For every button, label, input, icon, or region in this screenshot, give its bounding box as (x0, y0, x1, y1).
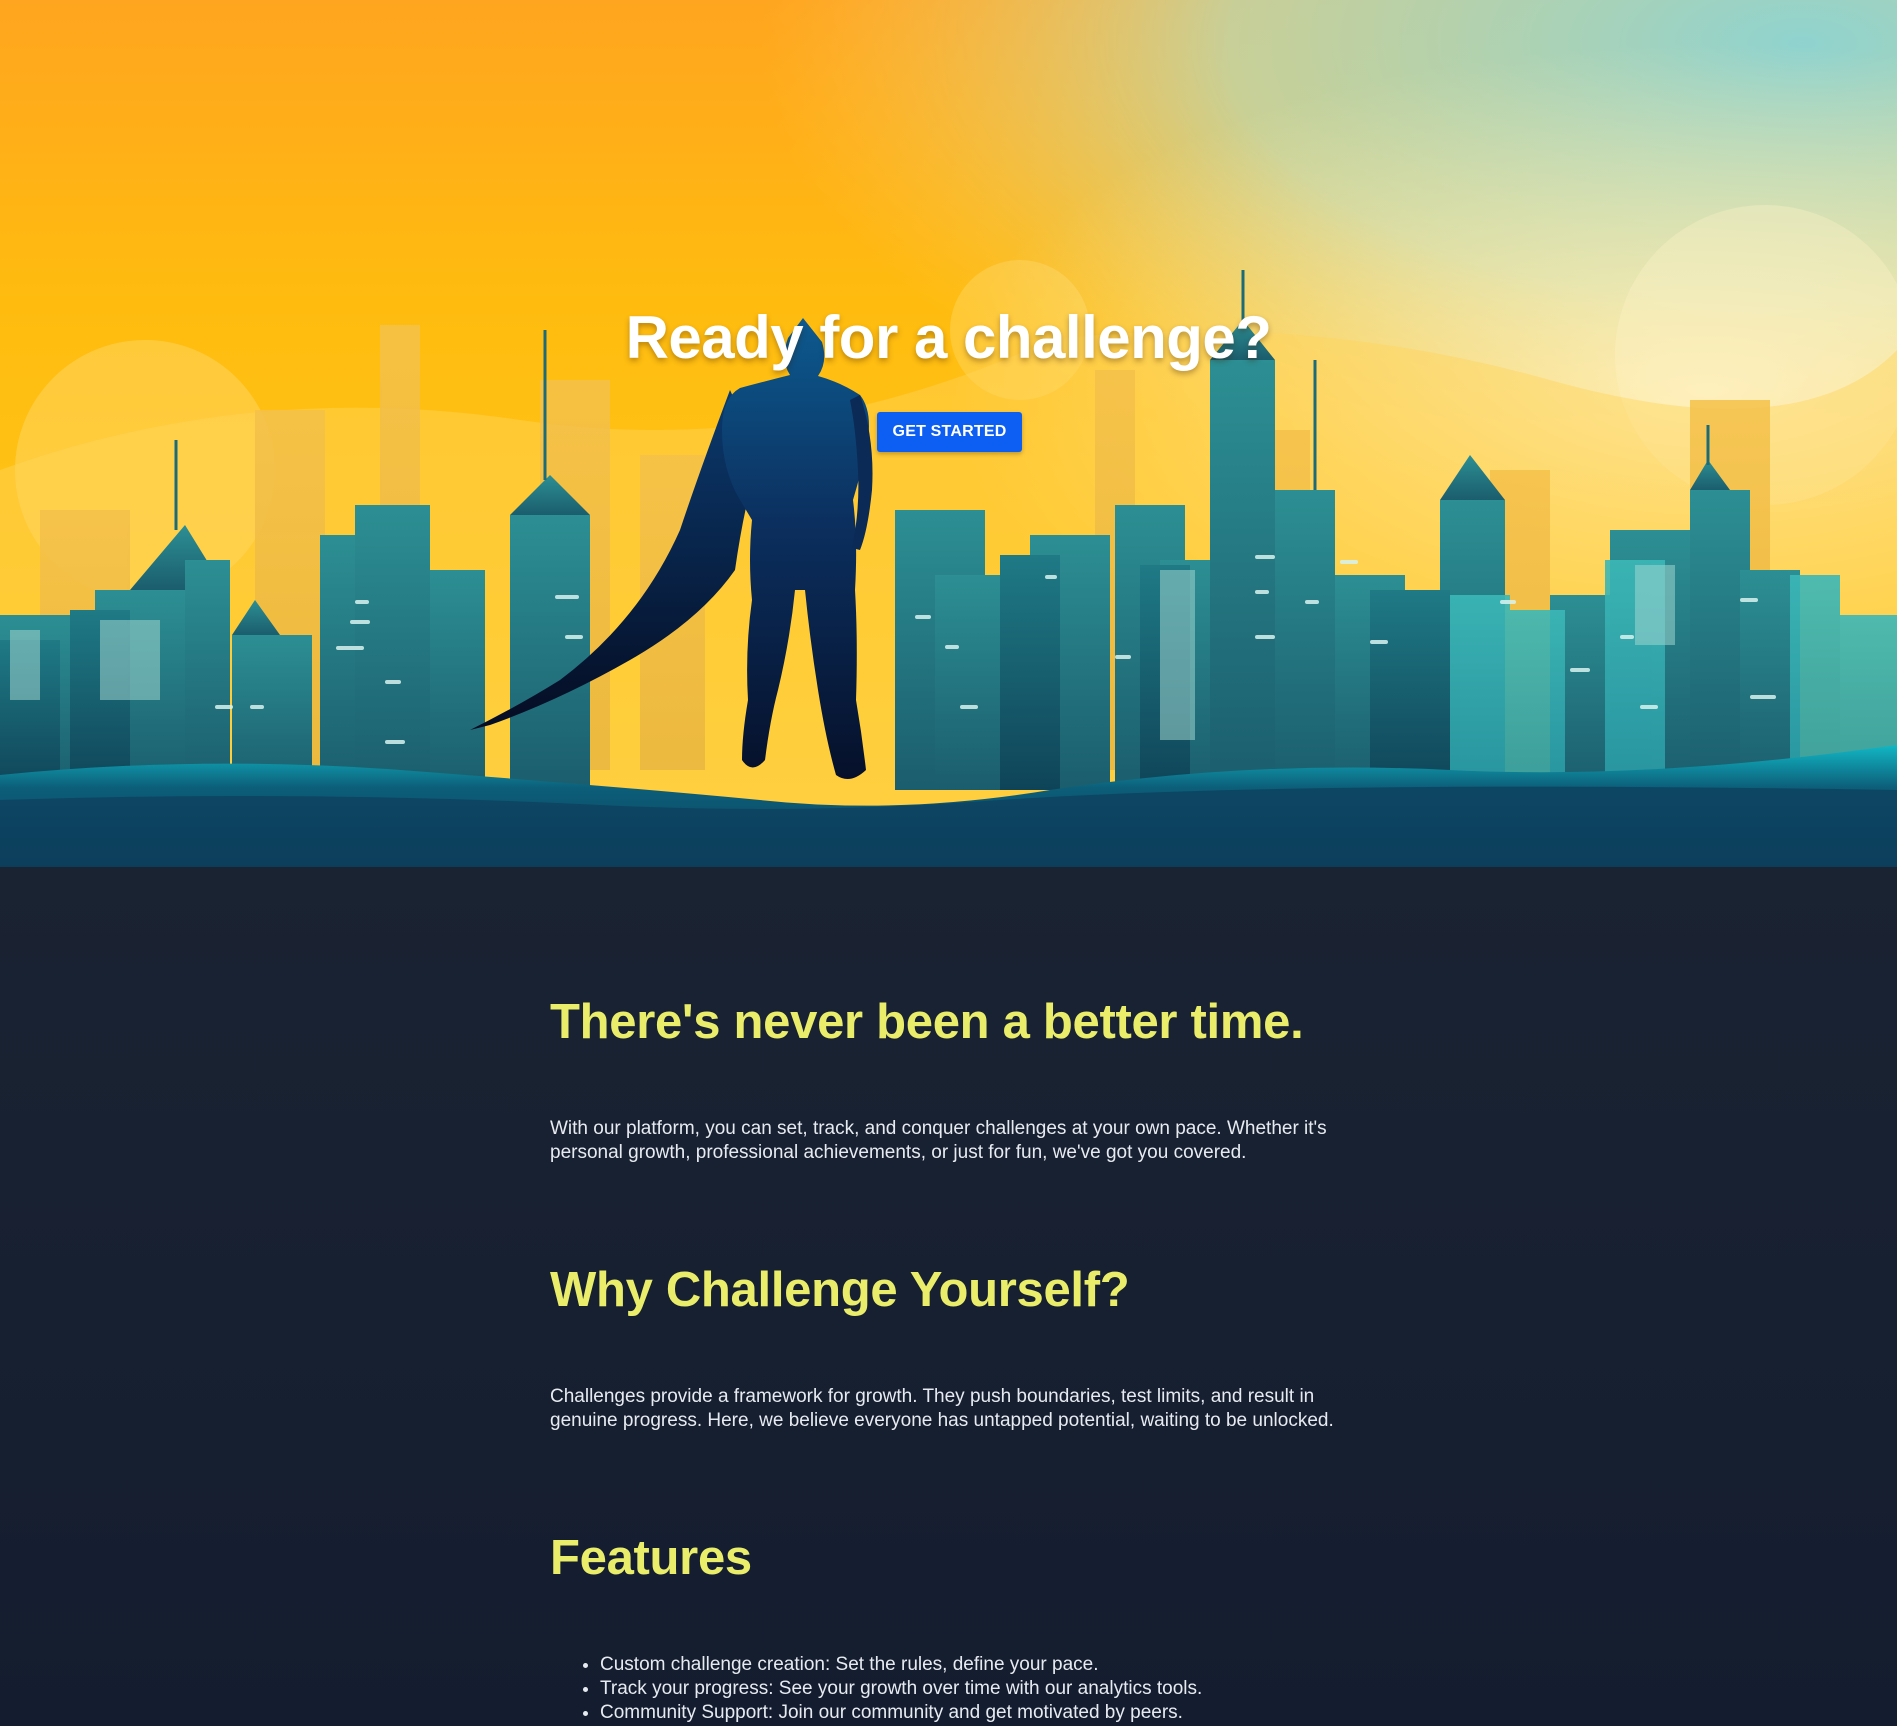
feature-item-custom-challenges: Custom challenge creation: Set the rules… (600, 1653, 1202, 1677)
hero-section: Ready for a challenge? GET STARTED (0, 0, 1897, 867)
hero-title: Ready for a challenge? (625, 304, 1272, 371)
intro-section: There's never been a better time. With o… (550, 992, 1370, 1163)
why-section: Why Challenge Yourself? Challenges provi… (550, 1260, 1370, 1431)
why-heading: Why Challenge Yourself? (550, 1263, 1130, 1317)
features-heading: Features (550, 1531, 752, 1585)
get-started-button[interactable]: GET STARTED (877, 412, 1022, 452)
main-content: There's never been a better time. With o… (0, 867, 1897, 1726)
intro-heading: There's never been a better time. (550, 995, 1304, 1049)
feature-item-track-progress: Track your progress: See your growth ove… (600, 1677, 1202, 1701)
feature-item-community-support: Community Support: Join our community an… (600, 1701, 1202, 1725)
feature-list: Custom challenge creation: Set the rules… (550, 1653, 1202, 1725)
features-section: Features Custom challenge creation: Set … (550, 1528, 1370, 1723)
why-paragraph: Challenges provide a framework for growt… (550, 1386, 1334, 1431)
intro-paragraph: With our platform, you can set, track, a… (550, 1118, 1327, 1163)
